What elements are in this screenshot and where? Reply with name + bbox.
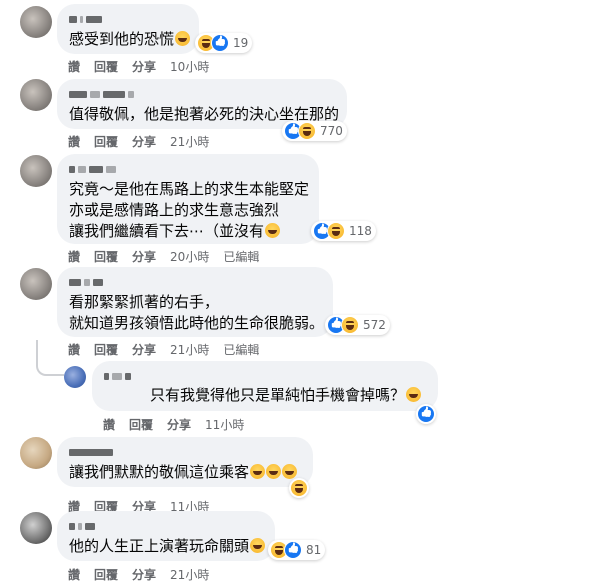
avatar[interactable]: [20, 6, 52, 38]
haha-reaction-icon: [327, 222, 345, 240]
avatar[interactable]: [64, 366, 86, 388]
like-reaction-icon: [417, 405, 435, 423]
haha-emoji: [282, 464, 298, 479]
comment-text-line: 看那緊緊抓著的右手，: [69, 293, 220, 311]
timestamp[interactable]: 21小時: [170, 133, 209, 150]
share-link[interactable]: 分享: [132, 248, 156, 265]
comment-text: 感受到他的恐慌: [69, 29, 191, 50]
comment-actions: 讚 回覆 分享 21小時: [68, 566, 223, 583]
share-link[interactable]: 分享: [132, 566, 156, 583]
timestamp[interactable]: 11小時: [205, 416, 244, 433]
comment-text: 讓我們默默的敬佩這位乘客: [69, 462, 301, 483]
share-link[interactable]: 分享: [132, 58, 156, 75]
like-link[interactable]: 讚: [68, 341, 80, 358]
author-name-blurred[interactable]: [69, 12, 187, 26]
haha-reaction-icon: [290, 479, 308, 497]
haha-emoji: [250, 538, 266, 553]
reply-link[interactable]: 回覆: [94, 133, 118, 150]
author-name-blurred[interactable]: [69, 445, 301, 459]
haha-emoji: [266, 464, 282, 479]
reaction-count: 19: [233, 36, 249, 50]
reaction-summary[interactable]: 572: [325, 315, 390, 335]
share-link[interactable]: 分享: [132, 341, 156, 358]
reaction-summary[interactable]: [289, 478, 309, 498]
reaction-summary[interactable]: 81: [268, 540, 326, 560]
author-name-blurred[interactable]: [69, 162, 307, 176]
reply-thread-line: [36, 340, 64, 376]
reply-link[interactable]: 回覆: [94, 248, 118, 265]
reply-link[interactable]: 回覆: [94, 58, 118, 75]
reply-link[interactable]: 回覆: [129, 416, 153, 433]
haha-emoji: [175, 31, 191, 46]
reaction-count: 572: [363, 318, 386, 332]
comment-text-line: 究竟～是他在馬路上的求生本能堅定: [69, 180, 310, 198]
share-link[interactable]: 分享: [167, 416, 191, 433]
like-link[interactable]: 讚: [68, 566, 80, 583]
comment-actions: 讚 回覆 分享 10小時: [68, 58, 223, 75]
edited-label[interactable]: 已編輯: [223, 341, 259, 358]
author-name-blurred[interactable]: [69, 275, 321, 289]
comment-text: 他的人生正上演著玩命關頭: [69, 536, 266, 557]
edited-label[interactable]: 已編輯: [223, 248, 259, 265]
like-reaction-icon: [211, 34, 229, 52]
reaction-count: 118: [349, 224, 372, 238]
comment-actions: 讚 回覆 分享 11小時: [103, 416, 258, 433]
timestamp[interactable]: 10小時: [170, 58, 209, 75]
timestamp[interactable]: 20小時: [170, 248, 209, 265]
avatar[interactable]: [20, 437, 52, 469]
author-name-blurred[interactable]: [69, 87, 335, 101]
comment-actions: 讚 回覆 分享 20小時 已編輯: [68, 248, 273, 265]
like-link[interactable]: 讚: [103, 416, 115, 433]
comment-bubble: 他的人生正上演著玩命關頭: [57, 511, 275, 561]
share-link[interactable]: 分享: [132, 133, 156, 150]
author-name-blurred[interactable]: [104, 369, 426, 383]
avatar[interactable]: [20, 268, 52, 300]
haha-reaction-icon: [341, 316, 359, 334]
reply-link[interactable]: 回覆: [94, 341, 118, 358]
comment-actions: 讚 回覆 分享 21小時 已編輯: [68, 341, 273, 358]
like-reaction-icon: [284, 541, 302, 559]
comment-text-line: 就知道男孩領悟此時他的生命很脆弱。: [69, 314, 325, 332]
avatar[interactable]: [20, 155, 52, 187]
haha-reaction-icon: [298, 122, 316, 140]
comment-bubble: 感受到他的恐慌: [57, 4, 199, 54]
comment-text: 只有我覺得他只是單純怕手機會掉嗎？: [150, 385, 422, 406]
like-link[interactable]: 讚: [68, 248, 80, 265]
haha-emoji: [250, 464, 266, 479]
reaction-summary[interactable]: 770: [282, 121, 347, 141]
comment-bubble: 究竟～是他在馬路上的求生本能堅定 亦或是感情路上的求生意志強烈 讓我們繼續看下去…: [57, 154, 319, 244]
timestamp[interactable]: 21小時: [170, 566, 209, 583]
reaction-count: 81: [306, 543, 322, 557]
reaction-summary[interactable]: [416, 404, 436, 424]
comment-text-line: 亦或是感情路上的求生意志強烈: [69, 201, 280, 219]
comment-bubble: 讓我們默默的敬佩這位乘客: [57, 437, 313, 487]
avatar[interactable]: [20, 79, 52, 111]
reaction-count: 770: [320, 124, 343, 138]
reaction-summary[interactable]: 118: [311, 221, 376, 241]
like-link[interactable]: 讚: [68, 58, 80, 75]
author-name-blurred[interactable]: [69, 519, 263, 533]
reaction-summary[interactable]: 19: [195, 33, 253, 53]
haha-emoji: [265, 223, 281, 238]
comment-text-line: 讓我們繼續看下去⋯（並沒有: [69, 221, 307, 242]
reply-link[interactable]: 回覆: [94, 566, 118, 583]
like-link[interactable]: 讚: [68, 133, 80, 150]
haha-emoji: [406, 387, 422, 402]
comment-bubble: 只有我覺得他只是單純怕手機會掉嗎？: [92, 361, 438, 411]
avatar[interactable]: [20, 512, 52, 544]
comment-actions: 讚 回覆 分享 21小時: [68, 133, 223, 150]
comment-bubble: 看那緊緊抓著的右手， 就知道男孩領悟此時他的生命很脆弱。: [57, 267, 333, 337]
timestamp[interactable]: 21小時: [170, 341, 209, 358]
